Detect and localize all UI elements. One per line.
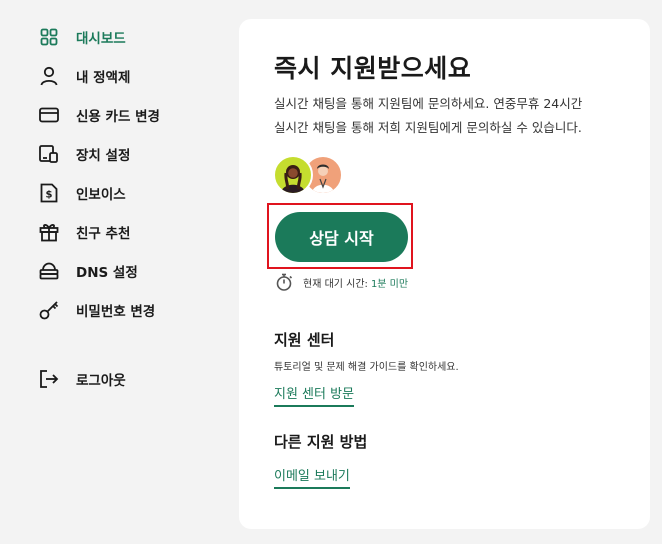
sidebar-item-label: 내 정액제 [76, 70, 131, 86]
support-card: 즉시 지원받으세요 실시간 채팅을 통해 지원팀에 문의하세요. 연중무휴 24… [239, 19, 650, 529]
page-title: 즉시 지원받으세요 [274, 54, 472, 83]
wait-time-value: 1분 미만 [370, 278, 409, 290]
logout-icon [38, 368, 60, 390]
sidebar-item-label: 로그아웃 [76, 373, 126, 389]
sidebar-item-refer-friend[interactable]: 친구 추천 [38, 220, 130, 244]
help-center-description: 튜토리얼 및 문제 해결 가이드를 확인하세요. [274, 362, 459, 373]
sidebar-item-label: 대시보드 [76, 31, 126, 47]
agent-avatars [273, 155, 353, 195]
sidebar-item-label: 신용 카드 변경 [76, 109, 160, 125]
sidebar-item-label: DNS 설정 [76, 265, 138, 281]
grid-icon [38, 26, 60, 48]
email-link[interactable]: 이메일 보내기 [274, 465, 350, 489]
svg-text:$: $ [46, 190, 53, 201]
invoice-icon: $ [38, 182, 60, 204]
sidebar-item-label: 비밀번호 변경 [76, 304, 156, 320]
support-description-line: 실시간 채팅을 통해 지원팀에 문의하세요. 연중무휴 24시간 [274, 96, 583, 111]
sidebar-item-dns-settings[interactable]: DNS 설정 [38, 259, 138, 283]
support-description: 실시간 채팅을 통해 지원팀에 문의하세요. 연중무휴 24시간 실시간 채팅을… [274, 92, 634, 140]
key-icon [38, 299, 60, 321]
sidebar-item-logout[interactable]: 로그아웃 [38, 367, 126, 391]
sidebar-item-dashboard[interactable]: 대시보드 [38, 25, 126, 49]
help-center-link[interactable]: 지원 센터 방문 [274, 383, 355, 407]
other-support-title: 다른 지원 방법 [274, 433, 368, 451]
sidebar-item-label: 인보이스 [76, 187, 126, 203]
user-icon [38, 65, 60, 87]
help-center-title: 지원 센터 [274, 331, 335, 349]
gift-icon [38, 221, 60, 243]
sidebar-item-device-settings[interactable]: 장치 설정 [38, 142, 130, 166]
sidebar-item-credit-card[interactable]: 신용 카드 변경 [38, 103, 160, 127]
dns-icon [38, 260, 60, 282]
sidebar-item-invoices[interactable]: $ 인보이스 [38, 181, 126, 205]
stopwatch-icon [275, 273, 293, 291]
sidebar: 대시보드 내 정액제 신용 카드 변경 장치 설정 $ 인보이스 친구 추천 D… [0, 0, 230, 544]
sidebar-item-label: 친구 추천 [76, 226, 131, 242]
sidebar-item-change-password[interactable]: 비밀번호 변경 [38, 298, 155, 322]
avatar [273, 155, 313, 195]
sidebar-item-my-plan[interactable]: 내 정액제 [38, 64, 130, 88]
wait-time-label: 현재 대기 시간: [303, 278, 368, 290]
support-description-line: 실시간 채팅을 통해 저희 지원팀에게 문의하실 수 있습니다. [274, 120, 582, 135]
sidebar-item-label: 장치 설정 [76, 148, 131, 164]
start-chat-button[interactable]: 상담 시작 [275, 212, 408, 262]
wait-time: 현재 대기 시간: 1분 미만 [275, 273, 408, 291]
credit-card-icon [38, 104, 60, 126]
devices-icon [38, 143, 60, 165]
